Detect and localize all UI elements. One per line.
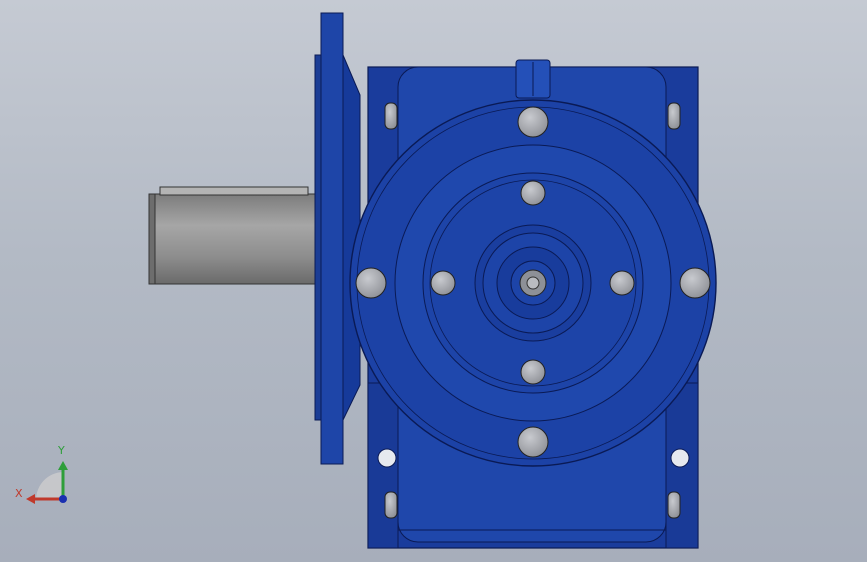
triad-x-arrow (26, 494, 35, 504)
triad-origin (59, 495, 67, 503)
triad-arc (36, 472, 63, 499)
output-shaft[interactable] (148, 186, 322, 285)
input-flange[interactable] (349, 99, 717, 467)
mounting-flange[interactable] (314, 12, 361, 465)
shaft-key (159, 186, 309, 196)
axis-triad (26, 461, 68, 504)
gearbox-model[interactable] (0, 0, 867, 562)
triad-y-label: Y (58, 444, 65, 457)
triad-y-arrow (58, 461, 68, 470)
triad-x-label: X (15, 487, 23, 500)
graphics-viewport[interactable]: X Y (0, 0, 867, 562)
vent-plug[interactable] (515, 59, 551, 99)
